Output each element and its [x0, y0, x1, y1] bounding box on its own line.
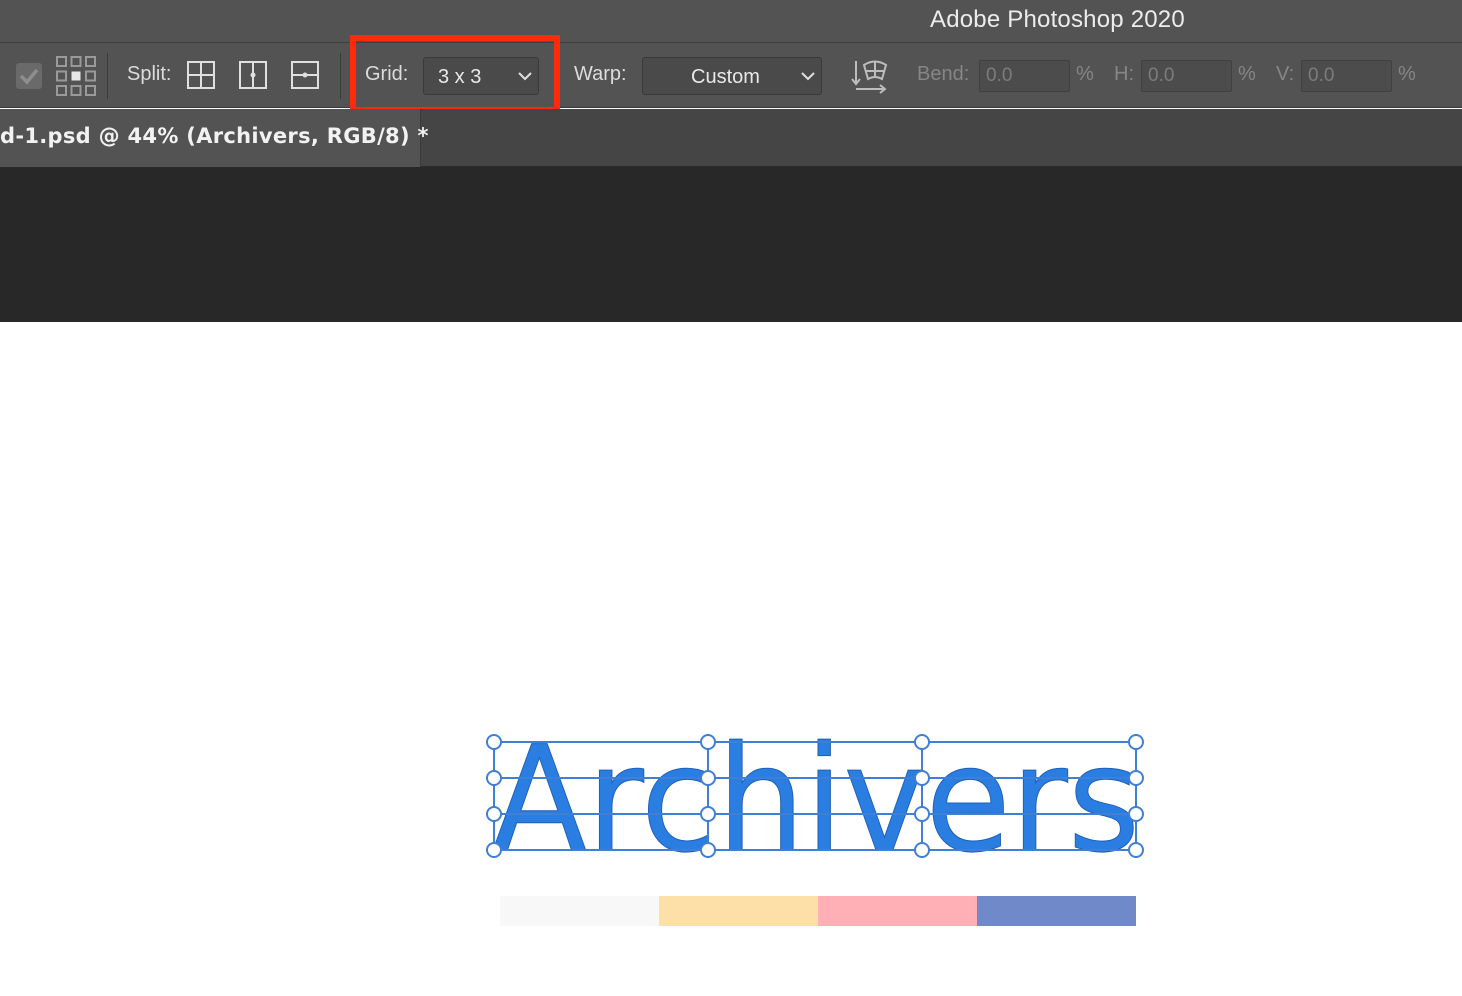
- document-canvas[interactable]: Archivers: [0, 322, 1462, 996]
- swatch-blue: [977, 896, 1136, 926]
- canvas-artwork: Archivers: [486, 715, 1144, 926]
- chevron-down-icon: [801, 72, 815, 81]
- change-warp-orientation-icon[interactable]: [850, 57, 890, 101]
- grid-highlight-box: [350, 35, 560, 113]
- bend-value: 0.0: [986, 65, 1013, 86]
- warp-value: Custom: [691, 66, 760, 88]
- split-label: Split:: [127, 63, 172, 85]
- h-percent: %: [1238, 63, 1256, 85]
- warp-label: Warp:: [574, 63, 627, 85]
- color-swatch-strip: [500, 896, 1136, 926]
- separator: [340, 53, 341, 99]
- app-title: Adobe Photoshop 2020: [930, 6, 1185, 33]
- title-bar: Adobe Photoshop 2020: [0, 0, 1462, 42]
- swatch-white: [500, 896, 659, 926]
- v-value: 0.0: [1308, 65, 1335, 86]
- archivers-text-layer[interactable]: Archivers: [492, 715, 1141, 886]
- swatch-yellow: [659, 896, 818, 926]
- split-cross-icon[interactable]: [187, 61, 215, 95]
- h-field[interactable]: 0.0: [1141, 60, 1232, 92]
- v-field[interactable]: 0.0: [1301, 60, 1392, 92]
- bend-label: Bend:: [917, 63, 970, 85]
- document-tab[interactable]: d-1.psd @ 44% (Archivers, RGB/8) *: [0, 109, 428, 167]
- reference-point-grid-icon[interactable]: [56, 56, 96, 102]
- document-tab-label: d-1.psd @ 44% (Archivers, RGB/8) *: [0, 124, 429, 148]
- swatch-pink: [818, 896, 977, 926]
- h-value: 0.0: [1148, 65, 1175, 86]
- options-bar: Split: Grid: 3 x 3 Warp: Custom Bend: 0.…: [0, 35, 1462, 113]
- document-tab-bar: d-1.psd @ 44% (Archivers, RGB/8) *: [0, 109, 1462, 167]
- workspace-pasteboard: [0, 167, 1462, 322]
- bend-field[interactable]: 0.0: [979, 60, 1070, 92]
- split-vertical-icon[interactable]: [239, 61, 267, 95]
- warp-dropdown[interactable]: Custom: [642, 57, 822, 95]
- separator: [107, 53, 108, 99]
- v-percent: %: [1398, 63, 1416, 85]
- h-label: H:: [1114, 63, 1134, 85]
- v-label: V:: [1276, 63, 1295, 85]
- checkbox-icon[interactable]: [16, 63, 42, 89]
- split-horizontal-icon[interactable]: [291, 61, 319, 95]
- bend-percent: %: [1076, 63, 1094, 85]
